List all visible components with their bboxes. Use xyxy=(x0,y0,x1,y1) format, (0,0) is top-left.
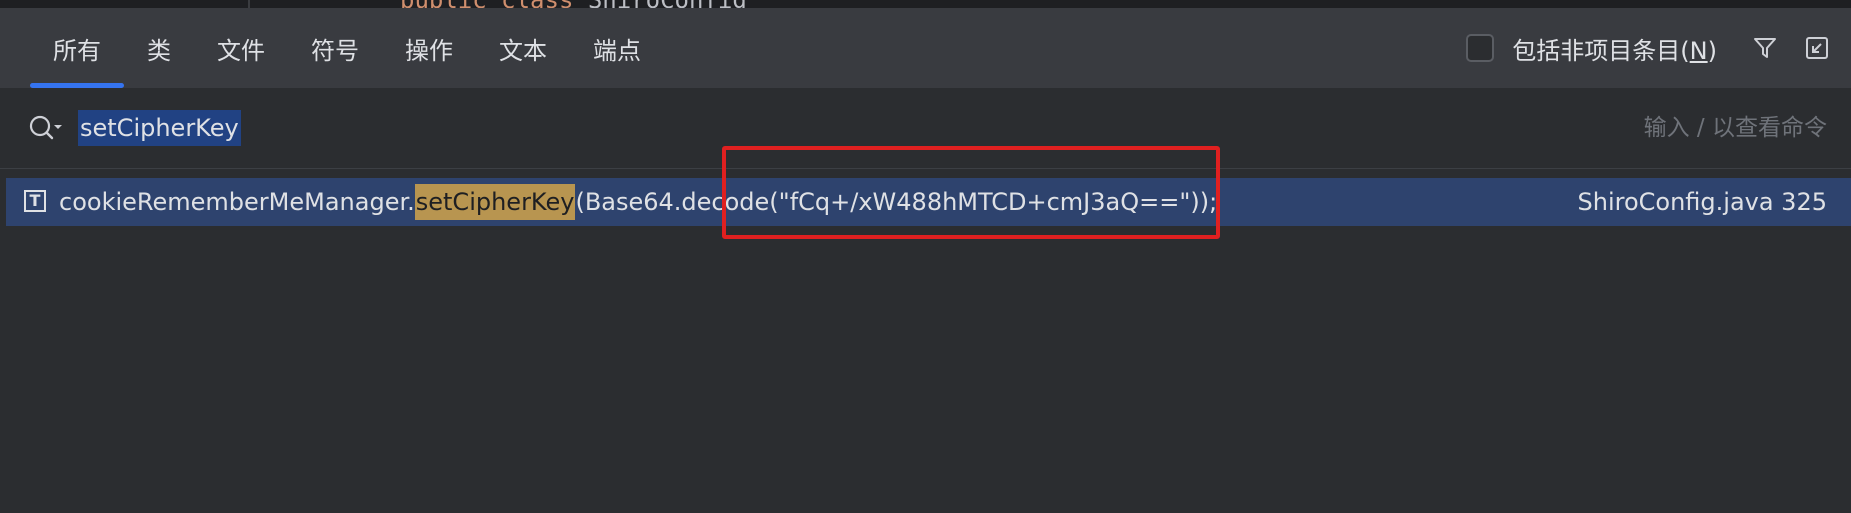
editor-code-line: public class ShiroConfig xyxy=(400,0,747,8)
tab-endpoints[interactable]: 端点 xyxy=(570,8,664,88)
include-non-project-mnemonic: N xyxy=(1689,36,1708,65)
filter-icon xyxy=(1754,38,1776,58)
result-row[interactable]: T cookieRememberMeManager.setCipherKey(B… xyxy=(6,178,1851,226)
editor-gutter-line xyxy=(248,0,250,8)
code-class-name: ShiroConfig xyxy=(588,0,747,8)
result-code-line: cookieRememberMeManager.setCipherKey(Bas… xyxy=(59,178,1217,226)
result-prefix: cookieRememberMeManager. xyxy=(59,188,415,216)
search-history-button[interactable] xyxy=(28,113,68,145)
tab-classes[interactable]: 类 xyxy=(124,8,194,88)
results-divider xyxy=(0,168,1851,169)
result-location: ShiroConfig.java 325 xyxy=(1577,188,1828,216)
editor-background: public class ShiroConfig xyxy=(0,0,1851,8)
open-in-tool-window-button[interactable] xyxy=(1799,30,1835,66)
tab-text[interactable]: 文本 xyxy=(476,8,570,88)
command-hint: 输入 / 以查看命令 xyxy=(1643,115,1827,141)
include-non-project-label[interactable]: 包括非项目条目(N) xyxy=(1512,31,1717,66)
search-input[interactable]: setCipherKey xyxy=(78,110,241,146)
result-match-highlight: setCipherKey xyxy=(414,184,576,220)
tabbar-options: 包括非项目条目(N) xyxy=(1466,8,1851,88)
filter-button[interactable] xyxy=(1747,30,1783,66)
result-suffix: (Base64.decode("fCq+/xW488hMTCD+cmJ3aQ==… xyxy=(575,188,1218,216)
open-in-window-icon xyxy=(1806,37,1828,59)
tab-actions[interactable]: 操作 xyxy=(382,8,476,88)
include-non-project-suffix: ) xyxy=(1707,36,1717,65)
search-icon xyxy=(29,115,62,140)
search-row: setCipherKey 输入 / 以查看命令 xyxy=(0,88,1851,170)
search-everywhere-tabbar: 所有 类 文件 符号 操作 文本 端点 包括非项目条目(N) xyxy=(0,8,1851,88)
include-non-project-checkbox[interactable] xyxy=(1466,34,1495,62)
tab-symbols[interactable]: 符号 xyxy=(288,8,382,88)
tab-all[interactable]: 所有 xyxy=(30,8,124,88)
include-non-project-text: 包括非项目条目( xyxy=(1512,36,1690,65)
text-result-icon: T xyxy=(24,190,46,212)
scope-tabs: 所有 类 文件 符号 操作 文本 端点 xyxy=(30,8,664,88)
code-keyword: public class xyxy=(400,0,588,8)
tab-files[interactable]: 文件 xyxy=(194,8,288,88)
